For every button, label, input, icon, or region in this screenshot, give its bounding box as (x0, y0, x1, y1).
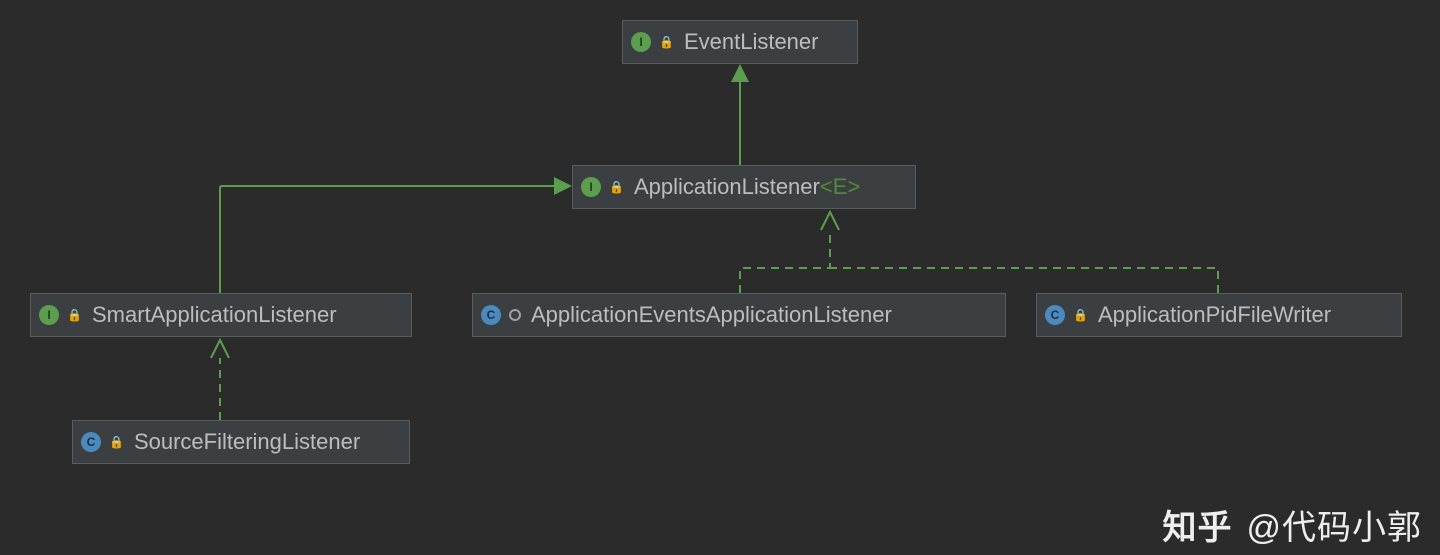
node-label: SmartApplicationListener (92, 302, 337, 328)
node-label: ApplicationPidFileWriter (1098, 302, 1331, 328)
lock-icon: 🔒 (609, 181, 624, 193)
lock-icon: 🔒 (67, 309, 82, 321)
lock-icon: 🔒 (1073, 309, 1088, 321)
node-label: EventListener (684, 29, 819, 55)
watermark-brand: 知乎 (1162, 500, 1232, 549)
node-source-filtering-listener[interactable]: C 🔒 SourceFilteringListener (72, 420, 410, 464)
node-label: SourceFilteringListener (134, 429, 360, 455)
watermark-author: @代码小郭 (1246, 500, 1422, 549)
node-label: ApplicationListener<E> (634, 174, 860, 200)
arrowhead-sourcefilter-to-smart (211, 340, 229, 358)
node-application-events-application-listener[interactable]: C ApplicationEventsApplicationListener (472, 293, 1006, 337)
edge-smart-to-applistener (220, 186, 556, 293)
interface-icon: I (631, 32, 651, 52)
interface-icon: I (581, 177, 601, 197)
node-event-listener[interactable]: I 🔒 EventListener (622, 20, 858, 64)
node-label: ApplicationEventsApplicationListener (531, 302, 892, 328)
edge-aeal-to-applistener (740, 230, 830, 293)
arrowhead-smart-to-applistener (554, 177, 572, 195)
class-icon: C (1045, 305, 1065, 325)
ring-icon (509, 309, 521, 321)
generic-param: <E> (820, 174, 860, 199)
class-name-text: ApplicationListener (634, 174, 820, 199)
lock-icon: 🔒 (659, 36, 674, 48)
edge-pidwriter-to-applistener (830, 268, 1218, 293)
edges-layer (0, 0, 1440, 555)
arrowhead-applistener-to-eventlistener (731, 64, 749, 82)
node-smart-application-listener[interactable]: I 🔒 SmartApplicationListener (30, 293, 412, 337)
arrowhead-aeal-to-applistener (821, 212, 839, 230)
lock-icon: 🔒 (109, 436, 124, 448)
node-application-pid-file-writer[interactable]: C 🔒 ApplicationPidFileWriter (1036, 293, 1402, 337)
watermark: 知乎 @代码小郭 (1162, 500, 1422, 549)
node-application-listener[interactable]: I 🔒 ApplicationListener<E> (572, 165, 916, 209)
diagram-canvas: I 🔒 EventListener I 🔒 ApplicationListene… (0, 0, 1440, 555)
class-icon: C (81, 432, 101, 452)
interface-icon: I (39, 305, 59, 325)
class-icon: C (481, 305, 501, 325)
